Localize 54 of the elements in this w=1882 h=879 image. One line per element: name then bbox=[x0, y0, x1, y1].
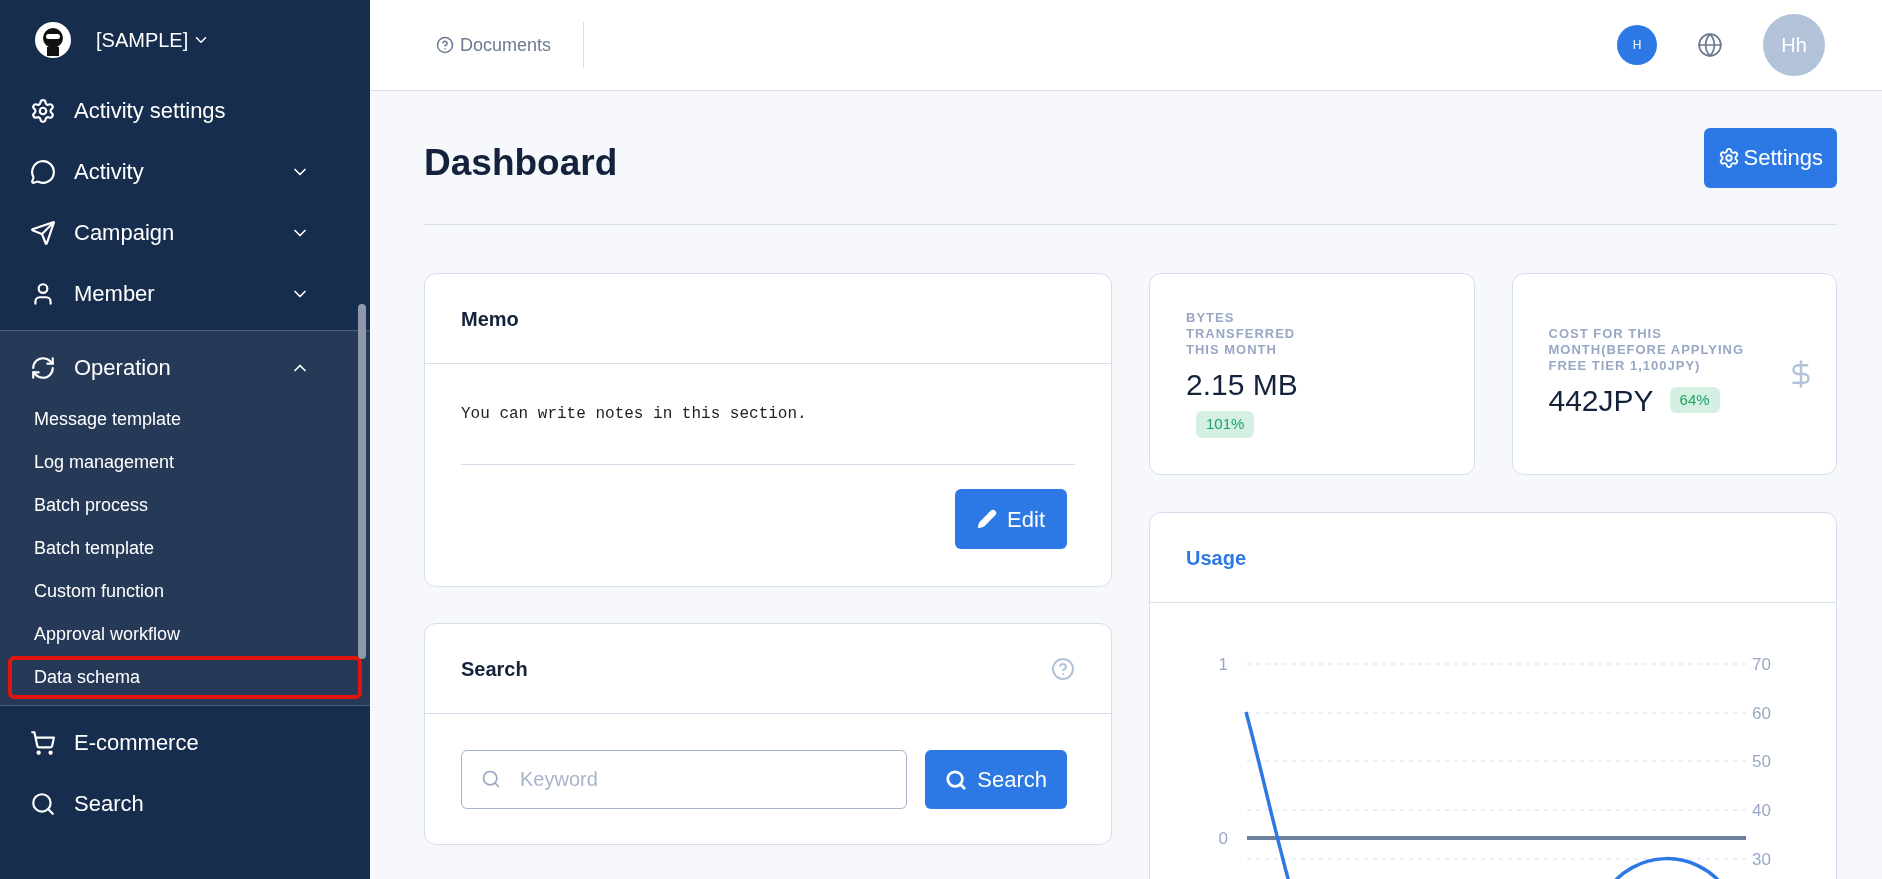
documents-link[interactable]: Documents bbox=[436, 22, 585, 68]
search-icon bbox=[30, 790, 56, 817]
nav-item[interactable]: Campaign bbox=[0, 202, 370, 263]
nav-item[interactable]: Activity bbox=[0, 141, 370, 202]
nav-subitem[interactable]: Message template bbox=[8, 398, 362, 441]
settings-button[interactable]: Settings bbox=[1703, 127, 1837, 188]
axis-tick-label: 30 bbox=[1752, 850, 1771, 869]
pencil-icon bbox=[977, 509, 998, 529]
workspace-dropdown[interactable]: [SAMPLE] bbox=[96, 25, 211, 55]
edit-button[interactable]: Edit bbox=[955, 489, 1067, 549]
axis-tick-label: 60 bbox=[1752, 704, 1771, 723]
cart-icon bbox=[30, 729, 56, 756]
refresh-icon bbox=[30, 354, 56, 381]
nav-item[interactable]: E-commerce bbox=[0, 712, 370, 773]
axis-tick-label: 50 bbox=[1752, 752, 1771, 771]
percent-badge: 101% bbox=[1196, 411, 1255, 438]
user-initial-badge[interactable]: H bbox=[1617, 25, 1657, 65]
axis-tick-label: 0 bbox=[1218, 829, 1228, 848]
keyword-search-field[interactable]: Keyword bbox=[461, 750, 908, 809]
help-icon[interactable] bbox=[1051, 656, 1075, 681]
nav-item[interactable]: Operation bbox=[0, 337, 370, 398]
search-button[interactable]: Search bbox=[925, 750, 1067, 809]
nav-subitem[interactable]: Data schema bbox=[8, 656, 362, 699]
language-globe-icon[interactable] bbox=[1697, 32, 1723, 58]
nav-item[interactable]: Search bbox=[0, 773, 370, 834]
nav-subitem[interactable]: Log management bbox=[8, 441, 362, 484]
gear-icon bbox=[1717, 146, 1740, 169]
search-icon bbox=[945, 768, 968, 791]
axis-tick-label: 70 bbox=[1752, 655, 1771, 674]
ninja-logo-icon bbox=[34, 21, 72, 59]
axis-tick-label: 40 bbox=[1752, 801, 1771, 820]
gear-icon bbox=[30, 97, 56, 124]
nav-subitem[interactable]: Batch template bbox=[8, 527, 362, 570]
stat-value: 442JPY bbox=[1548, 382, 1654, 419]
percent-badge: 64% bbox=[1669, 386, 1720, 414]
card-title: Memo bbox=[425, 274, 1111, 364]
axis-tick-label: 1 bbox=[1218, 655, 1228, 674]
card-title: Usage bbox=[1150, 513, 1836, 603]
search-icon bbox=[481, 769, 501, 789]
stat-label: BYTES TRANSFERRED THIS MONTH bbox=[1186, 310, 1297, 359]
nav-item[interactable]: Activity settings bbox=[0, 80, 370, 141]
scrollbar-thumb[interactable] bbox=[358, 304, 366, 659]
paper-plane-icon bbox=[30, 219, 56, 246]
chat-bubble-icon bbox=[30, 158, 56, 185]
nav-subitem[interactable]: Custom function bbox=[8, 570, 362, 613]
help-icon bbox=[436, 36, 454, 54]
page-title: Dashboard bbox=[424, 140, 618, 185]
nav-item[interactable]: Member bbox=[0, 263, 370, 324]
stat-value: 2.15 MB bbox=[1186, 367, 1299, 404]
nav-subitem[interactable]: Batch process bbox=[8, 484, 362, 527]
memo-text: You can write notes in this section. bbox=[461, 364, 1075, 465]
stat-label: COST FOR THIS MONTH(BEFORE APPLYING FREE TIER 1,100JPY) bbox=[1548, 325, 1746, 374]
nav-subitem[interactable]: Approval workflow bbox=[8, 613, 362, 656]
card-title: Search bbox=[461, 656, 528, 682]
